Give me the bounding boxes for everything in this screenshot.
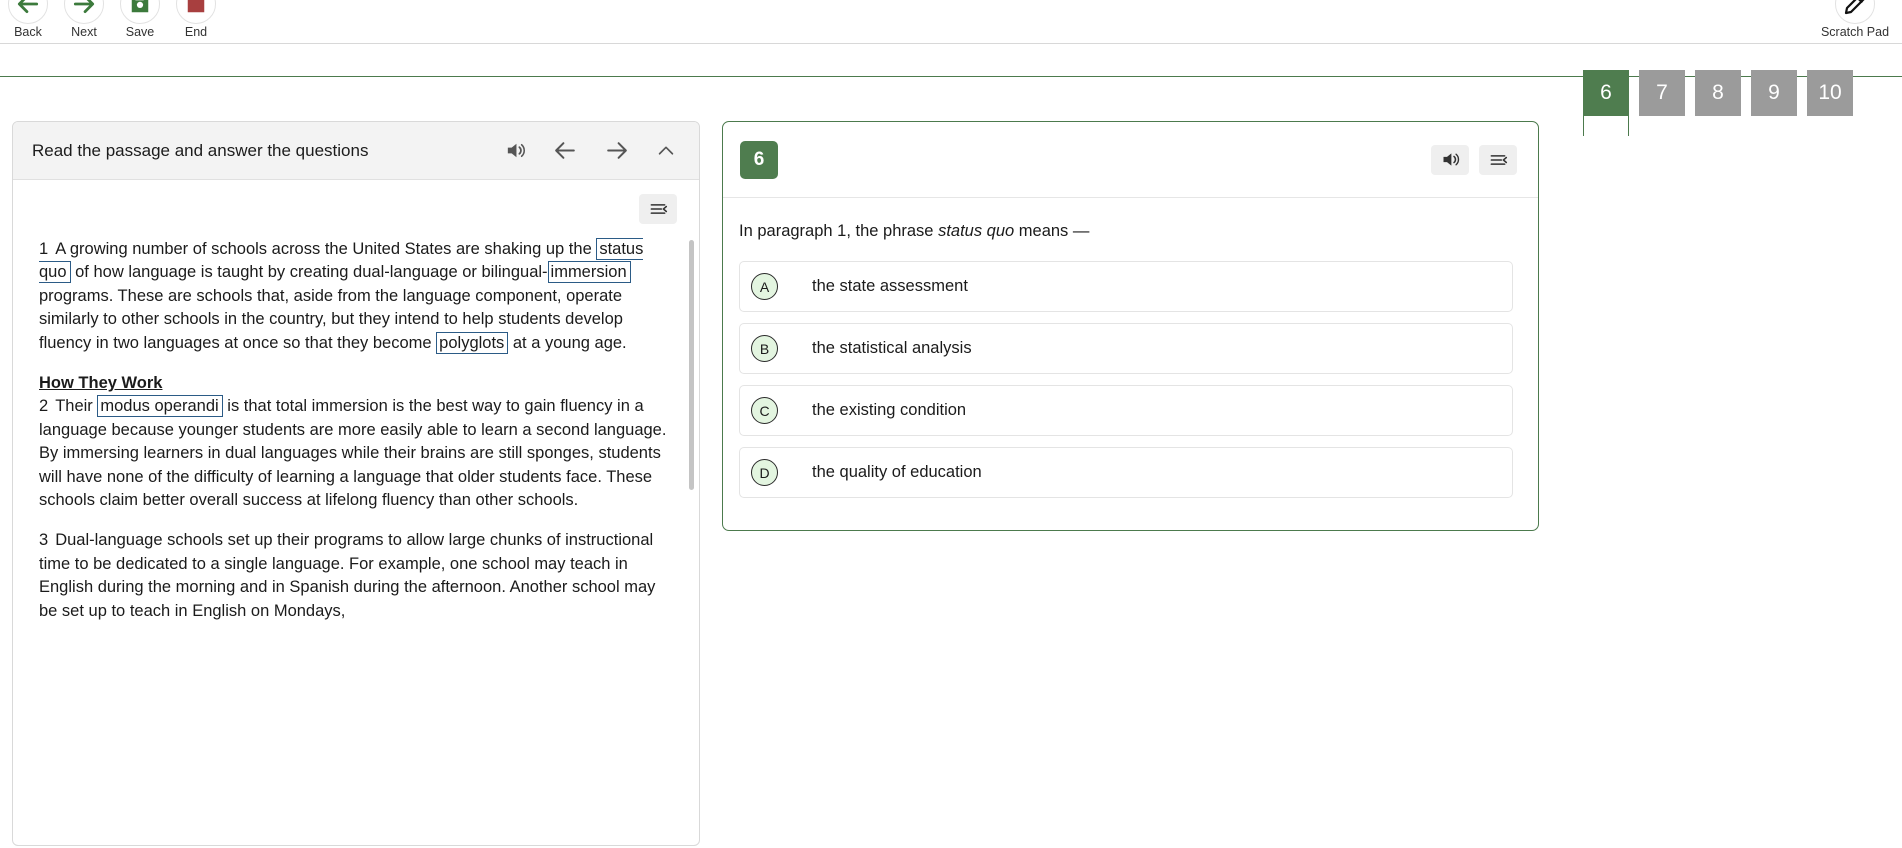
paragraph-number: 3 [39, 531, 49, 550]
paragraph-text: Dual-language schools set up their progr… [39, 531, 656, 620]
paragraph-text: Their [55, 397, 98, 416]
choice-letter: B [751, 335, 778, 362]
scratch-pad-button[interactable]: Scratch Pad [1818, 0, 1892, 39]
question-tab-8[interactable]: 8 [1695, 70, 1741, 116]
paragraph-number: 2 [39, 397, 49, 416]
question-header: 6 [723, 122, 1538, 198]
question-tab-strip: 6 7 8 9 10 [0, 44, 1902, 136]
question-header-icons [1431, 144, 1517, 175]
passage-panel: Read the passage and answer the question… [12, 121, 700, 846]
choice-text: the state assessment [812, 277, 968, 295]
passage-body: 1 A growing number of schools across the … [13, 180, 699, 845]
question-body: In paragraph 1, the phrase status quo me… [723, 198, 1538, 498]
end-button[interactable]: End [168, 0, 224, 39]
question-stem-text: In paragraph 1, the phrase [739, 222, 939, 240]
speaker-icon[interactable] [504, 139, 527, 162]
glossary-term-polyglots[interactable]: polyglots [436, 331, 509, 354]
question-text-tools-icon[interactable] [1479, 144, 1517, 175]
question-tab-10[interactable]: 10 [1807, 70, 1853, 116]
end-label: End [184, 25, 208, 39]
passage-text-tools-icon[interactable] [639, 194, 677, 224]
arrow-left-icon [8, 0, 48, 24]
passage-title: Read the passage and answer the question… [32, 140, 369, 160]
answer-choice-d[interactable]: D the quality of education [739, 447, 1513, 498]
question-tab-label: 6 [1600, 81, 1612, 104]
passage-subheading: How They Work [39, 374, 163, 393]
answer-choice-c[interactable]: C the existing condition [739, 385, 1513, 436]
passage-paragraph-2: 2 Their modus operandi is that total imme… [39, 395, 673, 512]
answer-choice-a[interactable]: A the state assessment [739, 261, 1513, 312]
answer-choice-b[interactable]: B the statistical analysis [739, 323, 1513, 374]
next-button[interactable]: Next [56, 0, 112, 39]
arrow-right-icon [64, 0, 104, 24]
stop-square-icon [176, 0, 216, 24]
paragraph-text: at a young age. [508, 333, 627, 352]
passage-header-icons [504, 138, 677, 163]
pencil-icon [1835, 0, 1875, 24]
scratch-pad-label: Scratch Pad [1820, 25, 1890, 39]
choice-letter: A [751, 273, 778, 300]
save-button[interactable]: Save [112, 0, 168, 39]
passage-paragraph-1: 1 A growing number of schools across the … [39, 238, 673, 355]
paragraph-text: of how language is taught by creating du… [70, 263, 548, 282]
choice-letter: C [751, 397, 778, 424]
question-tab-6[interactable]: 6 [1583, 70, 1629, 136]
question-tab-label: 9 [1768, 81, 1780, 104]
question-stem: In paragraph 1, the phrase status quo me… [739, 222, 1513, 241]
choice-text: the quality of education [812, 463, 982, 481]
save-label: Save [125, 25, 155, 39]
chevron-up-icon[interactable] [655, 140, 677, 162]
glossary-term-immersion[interactable]: immersion [547, 261, 631, 284]
back-button[interactable]: Back [0, 0, 56, 39]
passage-scrollbar[interactable] [689, 240, 694, 490]
choice-letter: D [751, 459, 778, 486]
glossary-term-modus-operandi[interactable]: modus operandi [97, 395, 223, 418]
question-panel: 6 In paragraph 1, the phrase status quo … [722, 121, 1539, 531]
answer-choices: A the state assessment B the statistical… [739, 261, 1513, 498]
question-speaker-icon[interactable] [1431, 144, 1469, 175]
main-content: Read the passage and answer the question… [0, 121, 1902, 846]
question-tab-label: 10 [1818, 81, 1842, 104]
passage-header: Read the passage and answer the question… [13, 122, 699, 180]
choice-text: the statistical analysis [812, 339, 972, 357]
question-tab-9[interactable]: 9 [1751, 70, 1797, 116]
passage-paragraph-3: 3 Dual-language schools set up their prog… [39, 529, 673, 623]
question-tab-label: 7 [1656, 81, 1668, 104]
paragraph-text: A growing number of schools across the U… [55, 240, 597, 258]
next-label: Next [71, 25, 97, 39]
question-tab-label: 8 [1712, 81, 1724, 104]
question-tab-7[interactable]: 7 [1639, 70, 1685, 116]
question-stem-text: means — [1014, 222, 1090, 240]
question-stem-italic-phrase: status quo [938, 222, 1015, 240]
choice-text: the existing condition [812, 401, 967, 419]
toolbar-right-group: Scratch Pad [1818, 0, 1892, 39]
passage-prev-arrow-left-icon[interactable] [553, 138, 578, 163]
passage-next-arrow-right-icon[interactable] [604, 138, 629, 163]
question-tabs: 6 7 8 9 10 [1583, 70, 1853, 136]
save-disk-icon [120, 0, 160, 24]
paragraph-number: 1 [39, 240, 49, 258]
toolbar-left-group: Back Next Save End [0, 0, 224, 39]
back-label: Back [14, 25, 42, 39]
question-number-badge: 6 [740, 140, 778, 179]
top-toolbar: Back Next Save End Scratch Pad [0, 0, 1902, 44]
